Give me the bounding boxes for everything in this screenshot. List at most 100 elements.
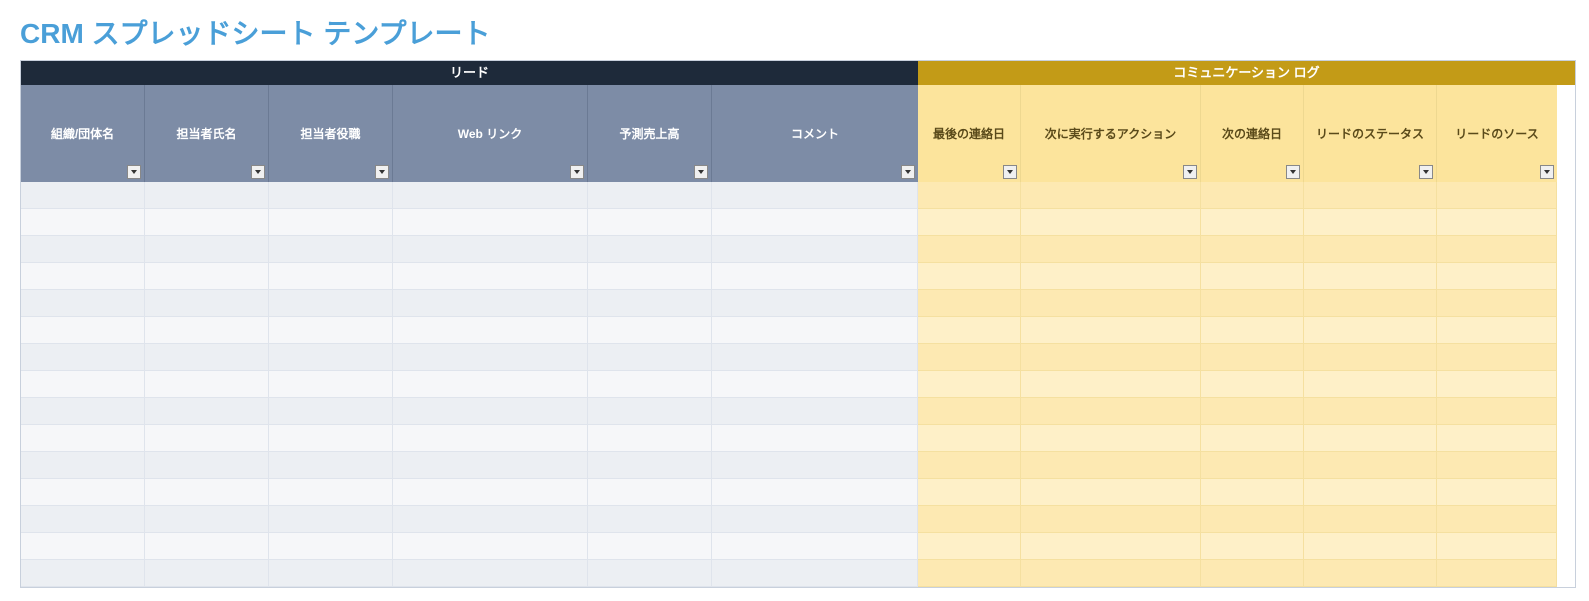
cell[interactable] bbox=[588, 371, 712, 398]
cell[interactable] bbox=[918, 479, 1021, 506]
cell[interactable] bbox=[21, 398, 145, 425]
cell[interactable] bbox=[269, 398, 393, 425]
filter-dropdown-icon[interactable] bbox=[1419, 165, 1433, 179]
cell[interactable] bbox=[1201, 398, 1304, 425]
cell[interactable] bbox=[712, 452, 918, 479]
cell[interactable] bbox=[21, 560, 145, 587]
cell[interactable] bbox=[269, 506, 393, 533]
cell[interactable] bbox=[918, 263, 1021, 290]
cell[interactable] bbox=[145, 533, 269, 560]
cell[interactable] bbox=[1201, 290, 1304, 317]
cell[interactable] bbox=[269, 425, 393, 452]
cell[interactable] bbox=[1201, 425, 1304, 452]
cell[interactable] bbox=[1304, 452, 1437, 479]
cell[interactable] bbox=[21, 452, 145, 479]
cell[interactable] bbox=[1437, 452, 1557, 479]
cell[interactable] bbox=[145, 236, 269, 263]
cell[interactable] bbox=[588, 182, 712, 209]
cell[interactable] bbox=[1304, 533, 1437, 560]
cell[interactable] bbox=[712, 371, 918, 398]
cell[interactable] bbox=[712, 533, 918, 560]
cell[interactable] bbox=[1437, 236, 1557, 263]
cell[interactable] bbox=[1437, 263, 1557, 290]
cell[interactable] bbox=[588, 398, 712, 425]
cell[interactable] bbox=[269, 533, 393, 560]
cell[interactable] bbox=[1021, 236, 1201, 263]
cell[interactable] bbox=[1304, 182, 1437, 209]
cell[interactable] bbox=[1304, 290, 1437, 317]
cell[interactable] bbox=[1201, 506, 1304, 533]
cell[interactable] bbox=[393, 398, 588, 425]
cell[interactable] bbox=[918, 182, 1021, 209]
cell[interactable] bbox=[1201, 479, 1304, 506]
cell[interactable] bbox=[145, 398, 269, 425]
cell[interactable] bbox=[918, 344, 1021, 371]
cell[interactable] bbox=[21, 290, 145, 317]
cell[interactable] bbox=[1437, 371, 1557, 398]
cell[interactable] bbox=[1437, 290, 1557, 317]
cell[interactable] bbox=[1304, 425, 1437, 452]
cell[interactable] bbox=[269, 182, 393, 209]
cell[interactable] bbox=[712, 209, 918, 236]
cell[interactable] bbox=[269, 344, 393, 371]
cell[interactable] bbox=[1021, 317, 1201, 344]
cell[interactable] bbox=[588, 344, 712, 371]
cell[interactable] bbox=[588, 533, 712, 560]
cell[interactable] bbox=[145, 263, 269, 290]
cell[interactable] bbox=[21, 506, 145, 533]
cell[interactable] bbox=[1304, 236, 1437, 263]
cell[interactable] bbox=[712, 263, 918, 290]
filter-dropdown-icon[interactable] bbox=[1003, 165, 1017, 179]
cell[interactable] bbox=[588, 290, 712, 317]
cell[interactable] bbox=[1437, 344, 1557, 371]
cell[interactable] bbox=[145, 506, 269, 533]
cell[interactable] bbox=[1437, 506, 1557, 533]
cell[interactable] bbox=[393, 182, 588, 209]
cell[interactable] bbox=[1304, 371, 1437, 398]
cell[interactable] bbox=[588, 209, 712, 236]
cell[interactable] bbox=[918, 317, 1021, 344]
cell[interactable] bbox=[918, 506, 1021, 533]
cell[interactable] bbox=[145, 344, 269, 371]
cell[interactable] bbox=[1201, 533, 1304, 560]
cell[interactable] bbox=[393, 371, 588, 398]
cell[interactable] bbox=[1201, 317, 1304, 344]
cell[interactable] bbox=[21, 371, 145, 398]
cell[interactable] bbox=[21, 182, 145, 209]
cell[interactable] bbox=[1304, 263, 1437, 290]
cell[interactable] bbox=[269, 317, 393, 344]
cell[interactable] bbox=[712, 425, 918, 452]
cell[interactable] bbox=[393, 236, 588, 263]
cell[interactable] bbox=[588, 263, 712, 290]
cell[interactable] bbox=[1437, 317, 1557, 344]
cell[interactable] bbox=[269, 236, 393, 263]
filter-dropdown-icon[interactable] bbox=[570, 165, 584, 179]
cell[interactable] bbox=[393, 209, 588, 236]
cell[interactable] bbox=[918, 425, 1021, 452]
cell[interactable] bbox=[1021, 425, 1201, 452]
cell[interactable] bbox=[393, 533, 588, 560]
cell[interactable] bbox=[145, 209, 269, 236]
filter-dropdown-icon[interactable] bbox=[251, 165, 265, 179]
cell[interactable] bbox=[918, 290, 1021, 317]
cell[interactable] bbox=[1437, 425, 1557, 452]
cell[interactable] bbox=[1021, 479, 1201, 506]
cell[interactable] bbox=[712, 236, 918, 263]
cell[interactable] bbox=[1201, 371, 1304, 398]
cell[interactable] bbox=[1021, 506, 1201, 533]
cell[interactable] bbox=[1201, 236, 1304, 263]
cell[interactable] bbox=[269, 560, 393, 587]
cell[interactable] bbox=[918, 371, 1021, 398]
filter-dropdown-icon[interactable] bbox=[1183, 165, 1197, 179]
cell[interactable] bbox=[269, 452, 393, 479]
cell[interactable] bbox=[1437, 560, 1557, 587]
cell[interactable] bbox=[712, 317, 918, 344]
cell[interactable] bbox=[1021, 344, 1201, 371]
cell[interactable] bbox=[588, 236, 712, 263]
cell[interactable] bbox=[269, 479, 393, 506]
filter-dropdown-icon[interactable] bbox=[1540, 165, 1554, 179]
cell[interactable] bbox=[21, 533, 145, 560]
cell[interactable] bbox=[712, 182, 918, 209]
cell[interactable] bbox=[21, 425, 145, 452]
filter-dropdown-icon[interactable] bbox=[127, 165, 141, 179]
